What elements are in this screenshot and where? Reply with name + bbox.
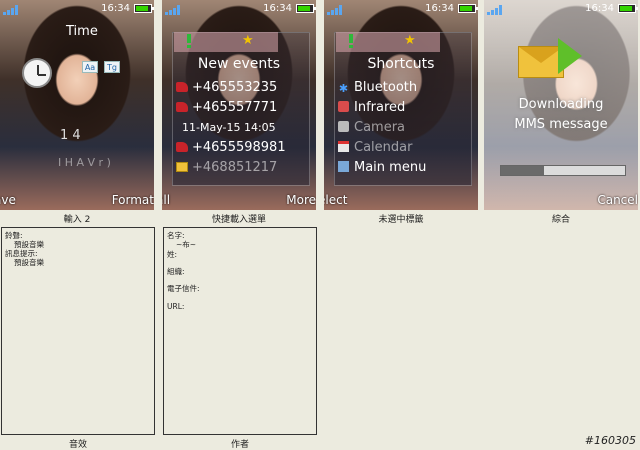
menu-item-main-menu[interactable]: Main menu bbox=[338, 160, 426, 175]
font-badge: Aa bbox=[82, 61, 98, 73]
status-time: 16:34 bbox=[263, 3, 292, 14]
signal-icon bbox=[487, 4, 505, 15]
infrared-icon bbox=[338, 101, 349, 112]
field-label: URL: bbox=[167, 302, 185, 311]
panel-title: New events bbox=[197, 56, 281, 72]
status-time: 16:34 bbox=[585, 3, 614, 14]
list-item[interactable]: +4655598981 bbox=[176, 140, 286, 155]
screen-caption: 綜合 bbox=[551, 215, 570, 225]
status-bar: 16:34 bbox=[484, 0, 638, 18]
download-status-line: MMS message bbox=[514, 117, 608, 132]
exclamation-icon[interactable] bbox=[348, 34, 354, 48]
status-bar: 16:34 bbox=[0, 0, 154, 18]
missed-call-icon bbox=[176, 82, 188, 92]
missed-call-icon bbox=[176, 102, 188, 112]
message-icon bbox=[176, 162, 188, 172]
signal-icon bbox=[3, 4, 21, 15]
status-bar: 16:34 bbox=[324, 0, 478, 18]
field-value: 預設音樂 bbox=[14, 258, 44, 267]
box-caption: 音效 bbox=[68, 440, 87, 450]
camera-icon bbox=[338, 121, 349, 132]
list-item[interactable]: +468851217 bbox=[176, 160, 277, 175]
phone-screen-downloading: 16:34 Downloading MMS message Cancel bbox=[484, 0, 638, 210]
watermark: #160305 bbox=[584, 434, 636, 447]
right-softkey[interactable]: More bbox=[286, 193, 316, 207]
left-softkey[interactable]: elect bbox=[324, 193, 347, 207]
download-progress-bar bbox=[500, 165, 626, 176]
screen-title: Time bbox=[66, 24, 98, 39]
star-icon[interactable]: ★ bbox=[404, 34, 416, 47]
arrow-icon bbox=[558, 38, 582, 74]
status-time: 16:34 bbox=[101, 3, 130, 14]
progress-fill bbox=[501, 166, 545, 175]
battery-icon bbox=[134, 4, 154, 13]
cancel-softkey[interactable]: Cancel bbox=[597, 193, 638, 207]
list-item[interactable]: +465553235 bbox=[176, 80, 277, 95]
phone-screen-shortcuts: 16:34 ★ Shortcuts ✱ Bluetooth Infrared Ca… bbox=[324, 0, 478, 210]
sound-settings-box: 鈴聲: 預設音樂 訊息提示: 預設音樂 bbox=[1, 227, 155, 435]
battery-icon bbox=[458, 4, 478, 13]
left-softkey[interactable]: all bbox=[162, 193, 170, 207]
author-info-box: 名字: ~布~ 姓: 組織: 電子信件: URL: bbox=[163, 227, 317, 435]
bluetooth-icon: ✱ bbox=[338, 82, 349, 95]
list-item[interactable]: +465557771 bbox=[176, 100, 277, 115]
menu-item-calendar[interactable]: Calendar bbox=[338, 140, 412, 155]
field-label: 組織: bbox=[167, 267, 185, 276]
menu-item-camera[interactable]: Camera bbox=[338, 120, 405, 135]
battery-icon bbox=[296, 4, 316, 13]
field-value: ~布~ bbox=[176, 240, 197, 249]
menu-item-infrared[interactable]: Infrared bbox=[338, 100, 405, 115]
download-status-line: Downloading bbox=[518, 97, 604, 112]
screen-caption: 快捷載入選單 bbox=[211, 215, 266, 225]
clock-digits: 1 4 bbox=[60, 128, 81, 143]
faded-text: I H A V r ) bbox=[58, 156, 111, 169]
left-softkey[interactable]: ave bbox=[0, 193, 16, 207]
phone-screen-clock: 16:34 Time Aa Tg 1 4 I H A V r ) ave For… bbox=[0, 0, 154, 210]
status-time: 16:34 bbox=[425, 3, 454, 14]
clock-icon bbox=[22, 58, 52, 88]
signal-icon bbox=[327, 4, 345, 15]
box-caption: 作者 bbox=[230, 440, 249, 450]
tag-badge: Tg bbox=[104, 61, 120, 73]
missed-call-icon bbox=[176, 142, 188, 152]
screen-caption: 未選中標籤 bbox=[378, 215, 424, 225]
status-bar: 16:34 bbox=[162, 0, 316, 18]
menu-item-bluetooth[interactable]: ✱ Bluetooth bbox=[338, 80, 417, 95]
main-menu-icon bbox=[338, 161, 349, 172]
field-label: 姓: bbox=[167, 250, 178, 259]
phone-screen-new-events: 16:34 ★ New events +465553235 +465557771… bbox=[162, 0, 316, 210]
event-datetime: 11-May-15 14:05 bbox=[182, 121, 276, 134]
battery-icon bbox=[618, 4, 638, 13]
field-label: 電子信件: bbox=[167, 284, 200, 293]
exclamation-icon[interactable] bbox=[186, 34, 192, 48]
panel-title: Shortcuts bbox=[367, 56, 435, 72]
signal-icon bbox=[165, 4, 183, 15]
calendar-icon bbox=[338, 141, 349, 152]
screen-caption: 輸入 2 bbox=[63, 215, 91, 225]
right-softkey[interactable]: Format bbox=[112, 193, 154, 207]
star-icon[interactable]: ★ bbox=[242, 34, 254, 47]
